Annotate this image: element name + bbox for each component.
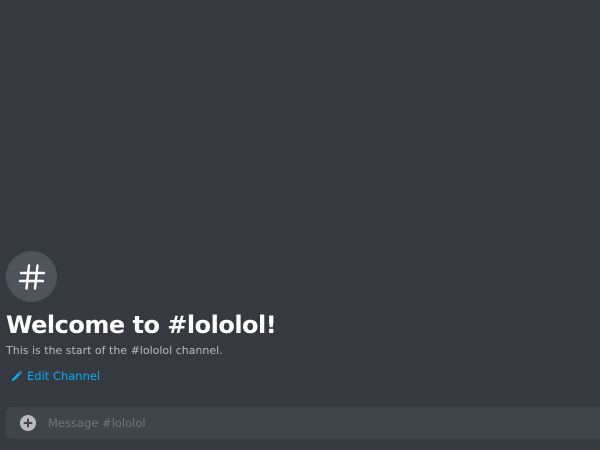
attach-button[interactable] — [20, 415, 36, 431]
plus-icon — [23, 418, 33, 428]
channel-welcome: Welcome to #lololol! This is the start o… — [6, 251, 586, 359]
channel-hash-avatar — [6, 251, 57, 302]
pencil-icon — [11, 370, 22, 381]
edit-channel-button[interactable]: Edit Channel — [11, 368, 100, 384]
welcome-title: Welcome to #lololol! — [6, 311, 277, 339]
hash-icon — [18, 263, 45, 290]
message-composer — [6, 407, 600, 439]
welcome-subtitle: This is the start of the #lololol channe… — [6, 344, 223, 357]
message-input[interactable] — [48, 407, 600, 439]
edit-channel-label: Edit Channel — [27, 369, 101, 383]
